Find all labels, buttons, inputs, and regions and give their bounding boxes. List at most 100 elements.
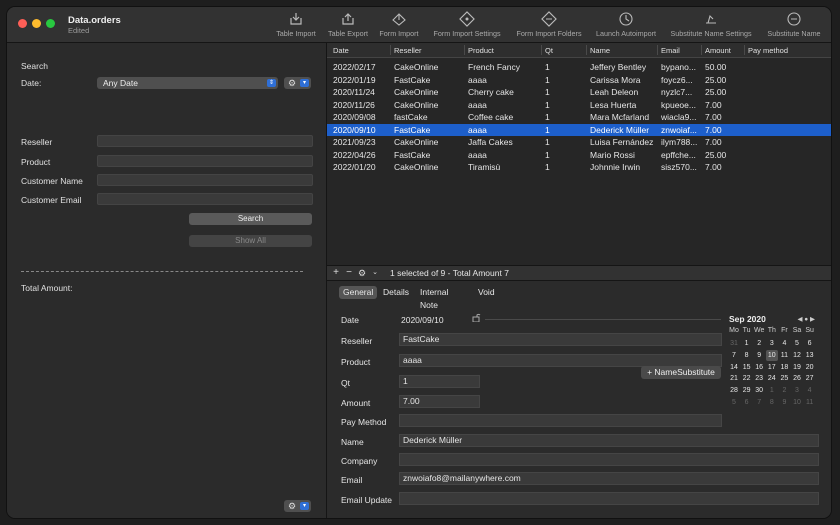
table-row[interactable]: 2022/04/26 FastCake aaaa 1 Mario Rossi epffch… [327,149,831,162]
calendar-day[interactable]: 8 [741,350,753,361]
calendar-day[interactable]: 5 [728,397,740,408]
calendar-day[interactable]: 2 [778,385,790,396]
add-row-button[interactable]: + [330,267,342,279]
table-row[interactable]: 2020/11/26 CakeOnline aaaa 1 Lesa Huerta kpue… [327,99,831,112]
email-field[interactable]: znwoiafo8@mailanywhere.com [399,472,819,485]
calendar-day[interactable]: 3 [766,338,778,349]
column-separator[interactable] [464,45,465,55]
column-header[interactable]: Name [590,46,610,55]
chevron-down-icon[interactable]: ⌄ [369,267,381,279]
calendar-day[interactable]: 7 [753,397,765,408]
calendar-day[interactable]: 22 [741,373,753,384]
minimize-window-button[interactable] [32,19,41,28]
column-separator[interactable] [701,45,702,55]
calendar-day[interactable]: 24 [766,373,778,384]
calendar-day[interactable]: 16 [753,362,765,373]
calendar-day[interactable]: 15 [741,362,753,373]
name-substitute-button[interactable]: + NameSubstitute [641,366,721,379]
calendar-day[interactable]: 13 [804,350,816,361]
column-separator[interactable] [657,45,658,55]
unlock-icon[interactable] [472,313,481,322]
tab-internal-note[interactable]: Internal Note [416,286,452,310]
column-separator[interactable] [390,45,391,55]
calendar-day[interactable]: 2 [753,338,765,349]
toolbar-table-export[interactable]: Table Export [325,11,371,41]
calendar-day[interactable]: 26 [791,373,803,384]
table-row[interactable]: 2022/02/17 CakeOnline French Fancy 1 Jeffery… [327,61,831,74]
column-header[interactable]: Date [333,46,349,55]
calendar-day[interactable]: 4 [778,338,790,349]
toolbar-substitute-name-settings[interactable]: Substitute Name Settings [665,11,757,41]
date-options-button[interactable]: ⚙ ▾ [284,77,311,89]
next-month-icon[interactable]: ▶ [810,316,815,323]
column-separator[interactable] [744,45,745,55]
calendar-day[interactable]: 10 [791,397,803,408]
calendar-day[interactable]: 17 [766,362,778,373]
column-header[interactable]: Reseller [394,46,422,55]
tab-general[interactable]: General [339,286,378,299]
table-row[interactable]: 2022/01/20 CakeOnline Tiramisù 1 Johnnie Irw… [327,161,831,174]
product-search-input[interactable] [97,155,313,167]
calendar-day[interactable]: 10 [765,349,778,361]
reseller-field[interactable]: FastCake [399,333,722,346]
calendar-day[interactable]: 18 [778,362,790,373]
toolbar-form-import-settings[interactable]: Form Import Settings [428,11,506,41]
calendar-day[interactable]: 1 [741,338,753,349]
calendar-day[interactable]: 11 [804,397,816,408]
column-header[interactable]: Product [468,46,494,55]
toolbar-launch-autoimport[interactable]: Launch Autoimport [592,11,660,41]
column-header[interactable]: Email [661,46,680,55]
reseller-search-input[interactable] [97,135,313,147]
today-icon[interactable]: ● [804,316,808,323]
customer-name-search-input[interactable] [97,174,313,186]
calendar-day[interactable]: 1 [766,385,778,396]
table-row[interactable]: 2022/01/19 FastCake aaaa 1 Carissa Mora foycz… [327,74,831,87]
calendar-day[interactable]: 14 [728,362,740,373]
remove-row-button[interactable]: − [343,267,355,279]
column-header[interactable]: Qt [545,46,553,55]
column-header[interactable]: Amount [705,46,731,55]
calendar-day[interactable]: 25 [778,373,790,384]
calendar-day[interactable]: 3 [791,385,803,396]
calendar-day[interactable]: 23 [753,373,765,384]
calendar-day[interactable]: 31 [728,338,740,349]
show-all-button[interactable]: Show All [189,235,312,247]
calendar-day[interactable]: 6 [741,397,753,408]
calendar-day[interactable]: 27 [804,373,816,384]
date-value[interactable]: 2020/09/10 [401,315,444,325]
calendar-day[interactable]: 9 [753,350,765,361]
company-field[interactable] [399,453,819,466]
calendar-day[interactable]: 4 [804,385,816,396]
zoom-window-button[interactable] [46,19,55,28]
table-row[interactable]: 2020/09/08 fastCake Coffee cake 1 Mara Mcfar… [327,111,831,124]
calendar-day[interactable]: 19 [791,362,803,373]
calendar-day[interactable]: 11 [778,350,790,361]
calendar-day[interactable]: 9 [778,397,790,408]
table-row[interactable]: 2020/09/10 FastCake aaaa 1 Dederick Müller zn… [327,123,831,136]
column-separator[interactable] [586,45,587,55]
toolbar-table-import[interactable]: Table Import [273,11,319,41]
calendar-day[interactable]: 6 [804,338,816,349]
qt-field[interactable]: 1 [399,375,480,388]
search-button[interactable]: Search [189,213,312,225]
panel-options-button[interactable]: ⚙ ▾ [284,500,311,512]
table-row[interactable]: 2021/09/23 CakeOnline Jaffa Cakes 1 Luisa Fe… [327,136,831,149]
toolbar-form-import-folders[interactable]: Form Import Folders [511,11,587,41]
calendar-day[interactable]: 12 [791,350,803,361]
calendar-day[interactable]: 29 [741,385,753,396]
gear-icon[interactable]: ⚙ [356,267,368,279]
tab-void[interactable]: Void [474,286,499,299]
previous-month-icon[interactable]: ◀ [797,316,802,323]
close-window-button[interactable] [18,19,27,28]
column-header[interactable]: Pay method [748,46,788,55]
name-field[interactable]: Dederick Müller [399,434,819,447]
toolbar-substitute-name[interactable]: Substitute Name [763,11,825,41]
amount-field[interactable]: 7.00 [399,395,480,408]
calendar-day[interactable]: 8 [766,397,778,408]
email-update-field[interactable] [399,492,819,505]
tab-details[interactable]: Details [379,286,413,299]
customer-email-search-input[interactable] [97,193,313,205]
calendar-day[interactable]: 30 [753,385,765,396]
calendar-day[interactable]: 5 [791,338,803,349]
calendar-day[interactable]: 28 [728,385,740,396]
